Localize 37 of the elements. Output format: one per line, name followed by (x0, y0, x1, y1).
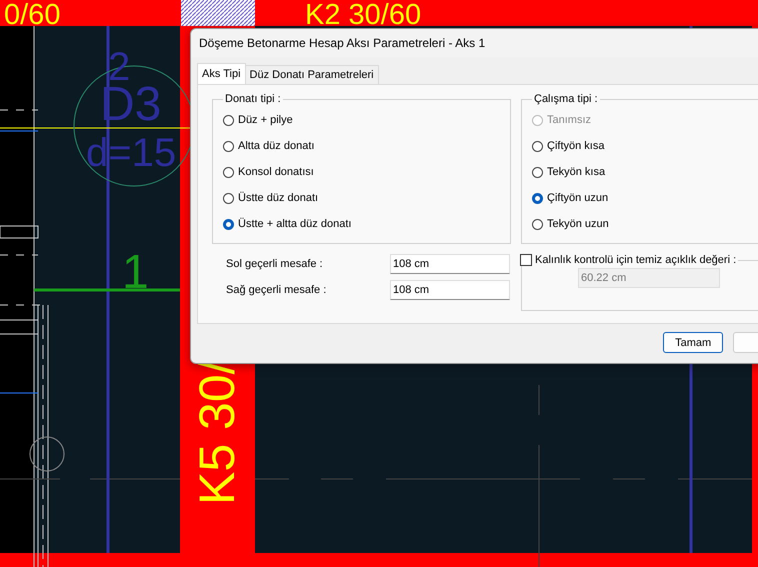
column-label: K2 30/60 (305, 0, 422, 31)
column-label: K5 30/ (189, 360, 245, 505)
radio-option[interactable]: Konsol donatısı (223, 159, 510, 185)
rebar-line (0, 130, 38, 132)
input-field[interactable]: 108 cm (390, 280, 510, 300)
radio-button[interactable] (223, 166, 234, 178)
tab[interactable]: Aks Tipi (197, 63, 246, 84)
column-label: 0/60 (4, 0, 60, 31)
checkbox-label: Kalınlık kontrolü için temiz açıklık değeri : (535, 254, 736, 266)
tab[interactable]: Düz Donatı Parametreleri (244, 65, 379, 84)
radio-button[interactable] (223, 114, 234, 126)
input-field[interactable]: 60.22 cm (578, 268, 720, 288)
axis-number: 1 (122, 246, 149, 299)
ok-button[interactable]: Tamam (663, 332, 724, 353)
radio-button[interactable] (532, 192, 543, 204)
field-label: Sağ geçerli mesafe : (226, 284, 328, 296)
radio-button[interactable] (532, 166, 543, 178)
rebar-line (0, 392, 38, 394)
radio-option[interactable]: Tekyön uzun (532, 211, 758, 237)
radio-option[interactable]: Üstte düz donatı (223, 185, 510, 211)
field-label: Sol geçerli mesafe : (226, 258, 324, 270)
radio-option[interactable]: Tekyön kısa (532, 159, 758, 185)
radio-option[interactable]: Üstte + altta düz donatı (223, 211, 510, 237)
radio-option[interactable]: Düz + pilye (223, 107, 510, 133)
radio-option[interactable]: Çiftyön uzun (532, 185, 758, 211)
input-field[interactable]: 108 cm (390, 254, 510, 274)
window-title: Döşeme Betonarme Hesap Aksı Parametreleri - Aks 1 (199, 36, 486, 50)
radio-option[interactable]: Çiftyön kısa (532, 133, 758, 159)
radio-button[interactable] (223, 218, 234, 230)
radio-button[interactable] (532, 140, 543, 152)
group-legend: Çalışma tipi : (532, 93, 600, 105)
radio-option[interactable]: Altta düz donatı (223, 133, 510, 159)
checkbox[interactable] (520, 254, 532, 266)
group-legend: Donatı tipi : (223, 93, 283, 105)
radio-button[interactable] (223, 140, 234, 152)
radio-button[interactable] (532, 218, 543, 230)
radio-button[interactable] (223, 192, 234, 204)
